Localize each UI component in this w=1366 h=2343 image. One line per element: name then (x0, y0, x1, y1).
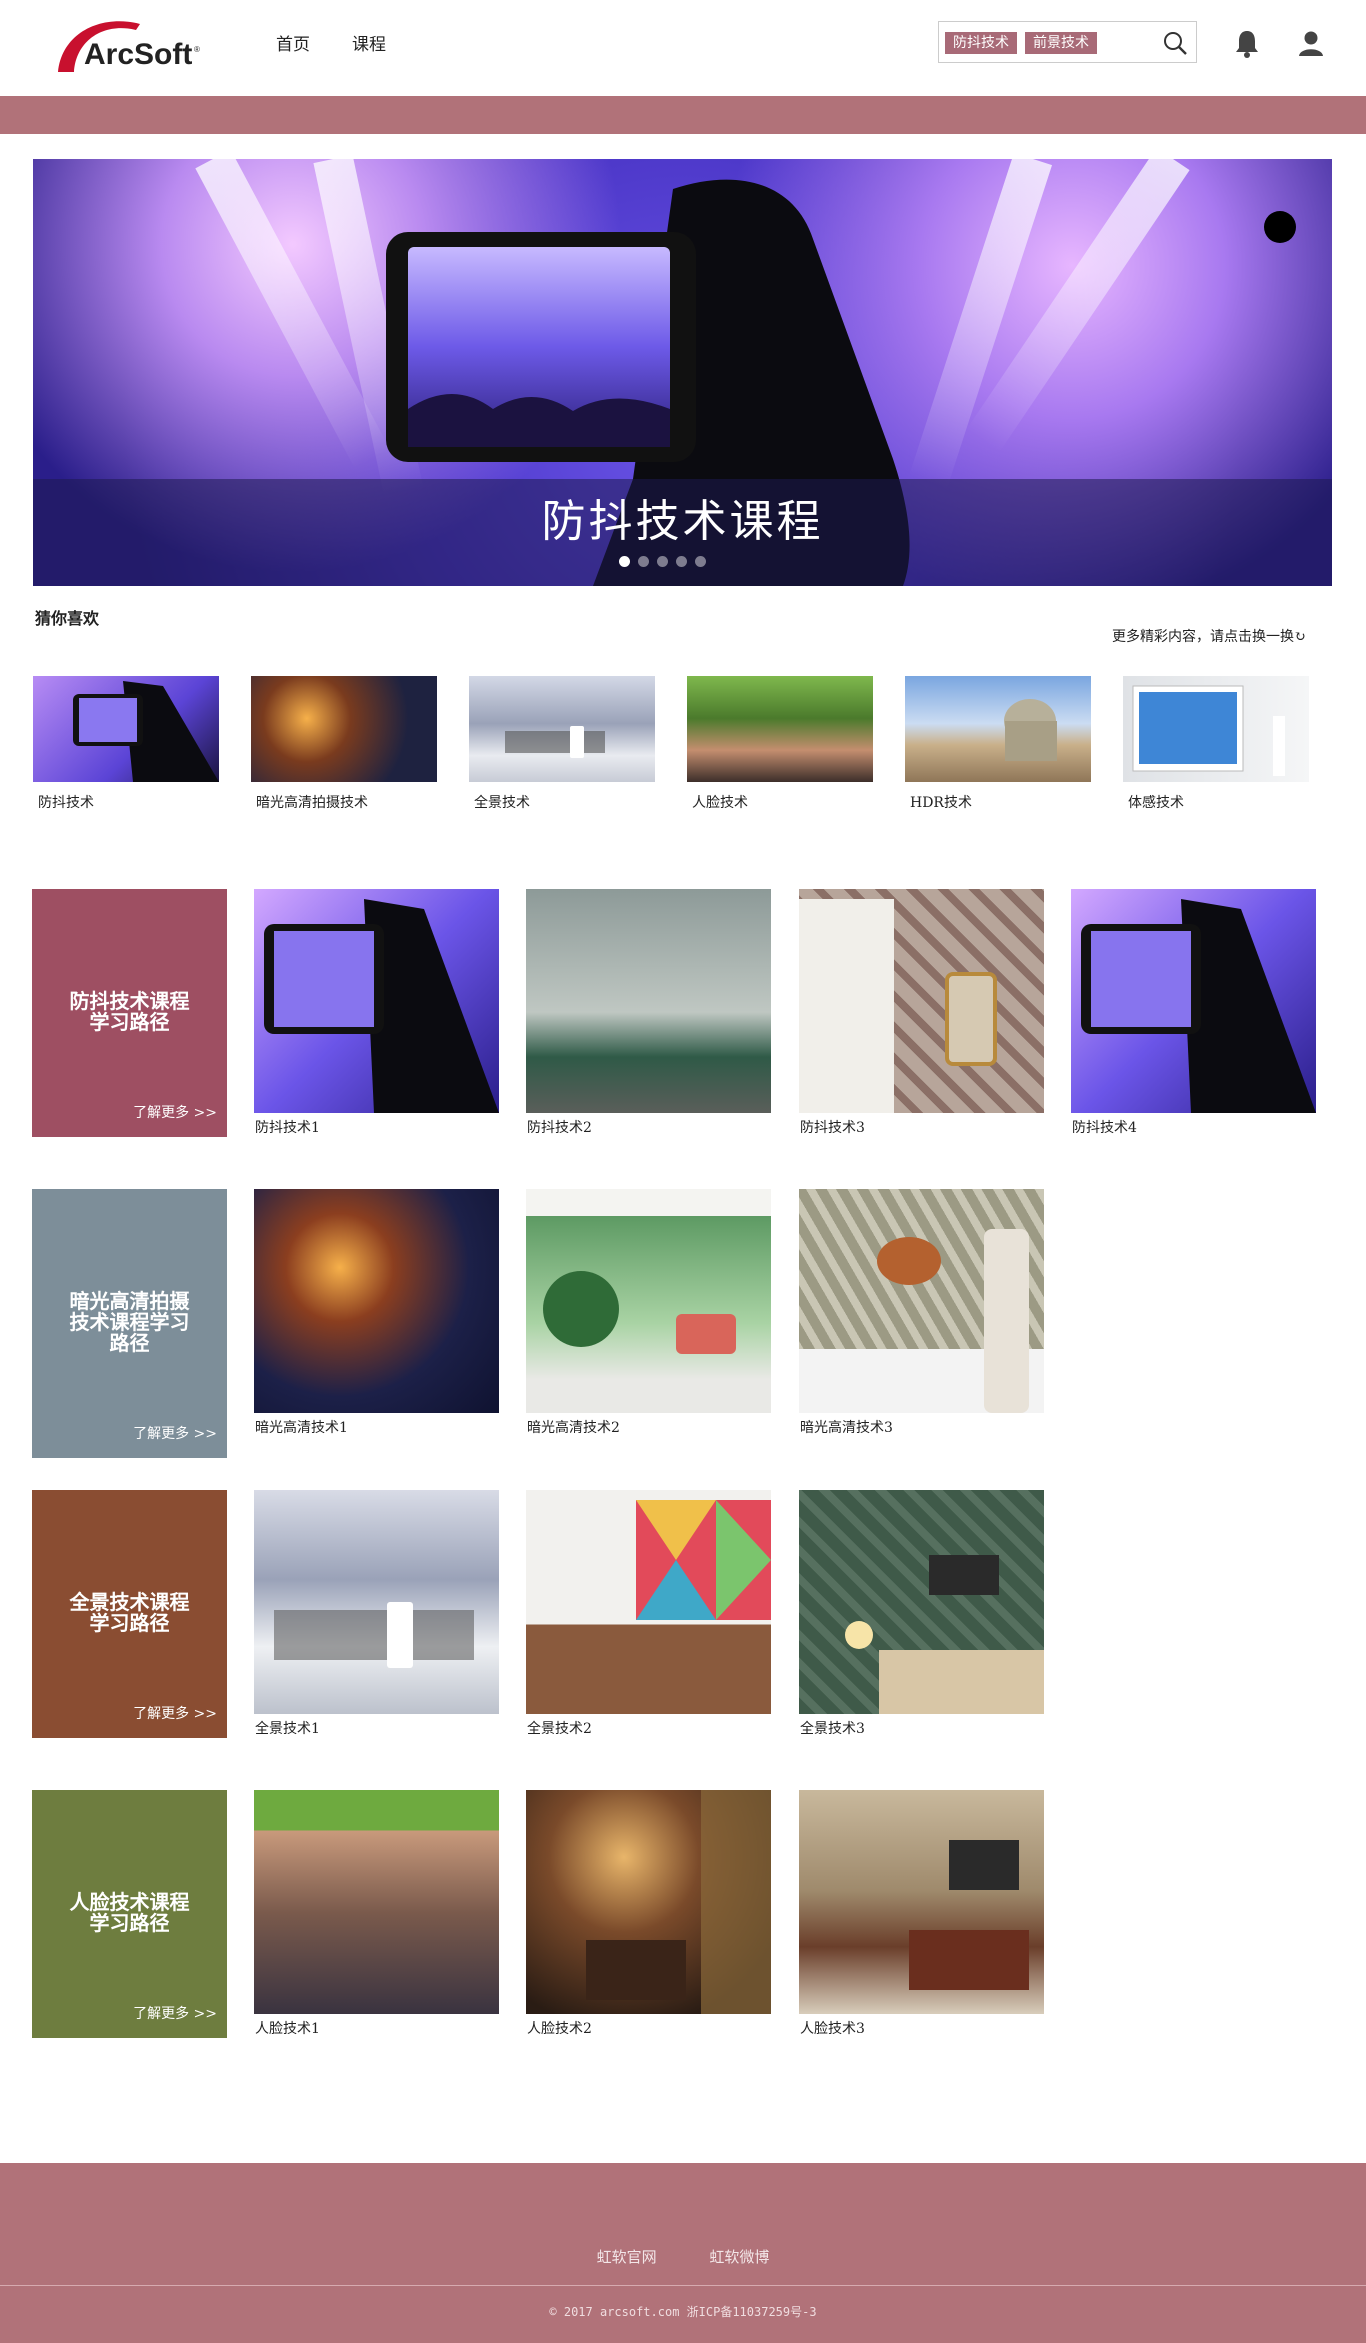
course-tile[interactable] (526, 889, 771, 1113)
course-title-line: 技术课程学习 (69, 1310, 190, 1334)
recommend-label[interactable]: 体感技术 (1128, 792, 1184, 812)
recommend-label[interactable]: HDR技术 (910, 792, 972, 812)
course-tile-label[interactable]: 防抖技术2 (527, 1117, 592, 1137)
course-card-face[interactable]: 人脸技术课程 学习路径 了解更多 >> (32, 1790, 227, 2038)
course-tile-label[interactable]: 防抖技术1 (255, 1117, 320, 1137)
course-tile-label[interactable]: 人脸技术2 (527, 2018, 592, 2038)
course-card-title: 全景技术课程 学习路径 (32, 1592, 227, 1634)
search-tag[interactable]: 前景技术 (1025, 32, 1097, 54)
carousel-dot[interactable] (676, 556, 687, 567)
carousel-dot[interactable] (695, 556, 706, 567)
course-tile-label[interactable]: 全景技术2 (527, 1718, 592, 1738)
recommend-thumb[interactable] (251, 676, 437, 782)
footer-links: 虹软官网 虹软微博 (0, 2246, 1366, 2267)
recommend-label[interactable]: 防抖技术 (38, 792, 94, 812)
footer-link-official[interactable]: 虹软官网 (597, 2248, 657, 2266)
course-tile[interactable] (526, 1189, 771, 1413)
course-tile-label[interactable]: 人脸技术1 (255, 2018, 320, 2038)
course-tile[interactable] (254, 1490, 499, 1714)
refresh-icon: ↻ (1294, 629, 1306, 645)
course-title-line: 防抖技术课程 (69, 989, 190, 1013)
course-tile-label[interactable]: 全景技术1 (255, 1718, 320, 1738)
svg-text:ArcSoft: ArcSoft (84, 38, 192, 71)
refresh-text: 更多精彩内容，请点击换一换 (1112, 629, 1294, 645)
user-icon[interactable] (1297, 29, 1325, 57)
course-title-line: 全景技术课程 (69, 1590, 190, 1614)
arcsoft-logo[interactable]: ArcSoft ® (52, 12, 202, 78)
recommend-label[interactable]: 全景技术 (474, 792, 530, 812)
course-tile[interactable] (1071, 889, 1316, 1113)
footer-divider (0, 2285, 1366, 2286)
course-tile-label[interactable]: 暗光高清技术2 (527, 1417, 620, 1437)
search-tag[interactable]: 防抖技术 (945, 32, 1017, 54)
course-card-title: 防抖技术课程 学习路径 (32, 991, 227, 1033)
refresh-link[interactable]: 更多精彩内容，请点击换一换↻ (1112, 626, 1306, 646)
section-title-guess: 猜你喜欢 (35, 609, 100, 628)
carousel-dots (619, 556, 706, 567)
learn-more-link[interactable]: 了解更多 >> (133, 2003, 217, 2023)
course-title-line: 暗光高清拍摄 (69, 1289, 190, 1313)
banner-title: 防抖技术课程 (541, 496, 824, 547)
course-tile[interactable] (799, 1189, 1044, 1413)
course-tile-label[interactable]: 防抖技术3 (800, 1117, 865, 1137)
recommend-label[interactable]: 人脸技术 (692, 792, 748, 812)
learn-more-link[interactable]: 了解更多 >> (133, 1102, 217, 1122)
course-card-lowlight[interactable]: 暗光高清拍摄 技术课程学习 路径 了解更多 >> (32, 1189, 227, 1458)
svg-text:®: ® (194, 45, 200, 54)
carousel-dot[interactable] (638, 556, 649, 567)
search-box[interactable]: 防抖技术 前景技术 (938, 21, 1197, 63)
course-card-title: 人脸技术课程 学习路径 (32, 1892, 227, 1934)
course-tile[interactable] (254, 1790, 499, 2014)
learn-more-link[interactable]: 了解更多 >> (133, 1423, 217, 1443)
course-tile-label[interactable]: 全景技术3 (800, 1718, 865, 1738)
recommend-thumb[interactable] (1123, 676, 1309, 782)
course-title-line: 学习路径 (89, 1911, 170, 1935)
course-card-panorama[interactable]: 全景技术课程 学习路径 了解更多 >> (32, 1490, 227, 1738)
course-tile[interactable] (254, 1189, 499, 1413)
carousel-dot[interactable] (657, 556, 668, 567)
header-band (0, 96, 1366, 134)
course-card-stabilization[interactable]: 防抖技术课程 学习路径 了解更多 >> (32, 889, 227, 1137)
course-tile[interactable] (799, 1490, 1044, 1714)
course-tile[interactable] (526, 1790, 771, 2014)
course-tile-label[interactable]: 防抖技术4 (1072, 1117, 1137, 1137)
course-tile-label[interactable]: 暗光高清技术1 (255, 1417, 348, 1437)
learn-more-link[interactable]: 了解更多 >> (133, 1703, 217, 1723)
course-tile-label[interactable]: 暗光高清技术3 (800, 1417, 893, 1437)
copyright-text: © 2017 arcsoft.com 浙ICP备11037259号-3 (549, 2305, 817, 2319)
course-title-line: 路径 (109, 1331, 150, 1355)
course-tile[interactable] (254, 889, 499, 1113)
course-title-line: 学习路径 (89, 1010, 170, 1034)
recommend-label[interactable]: 暗光高清拍摄技术 (256, 792, 368, 812)
recommend-thumb[interactable] (687, 676, 873, 782)
main-nav: 首页 课程 (276, 30, 386, 55)
course-title-line: 人脸技术课程 (69, 1890, 190, 1914)
footer-link-weibo[interactable]: 虹软微博 (709, 2248, 769, 2266)
nav-home[interactable]: 首页 (276, 30, 310, 55)
search-icon[interactable] (1162, 30, 1188, 56)
recommend-thumb[interactable] (33, 676, 219, 782)
course-title-line: 学习路径 (89, 1611, 170, 1635)
nav-courses[interactable]: 课程 (352, 30, 386, 55)
bell-icon[interactable] (1234, 28, 1260, 58)
recommend-thumb[interactable] (905, 676, 1091, 782)
recommend-thumb[interactable] (469, 676, 655, 782)
decorative-dot (1264, 211, 1296, 243)
course-tile[interactable] (799, 1790, 1044, 2014)
carousel-dot[interactable] (619, 556, 630, 567)
course-card-title: 暗光高清拍摄 技术课程学习 路径 (32, 1291, 227, 1354)
course-tile[interactable] (526, 1490, 771, 1714)
course-tile-label[interactable]: 人脸技术3 (800, 2018, 865, 2038)
site-header: ArcSoft ® 首页 课程 防抖技术 前景技术 (0, 0, 1366, 96)
hero-banner[interactable]: 防抖技术课程 (33, 159, 1332, 586)
course-tile[interactable] (799, 889, 1044, 1113)
